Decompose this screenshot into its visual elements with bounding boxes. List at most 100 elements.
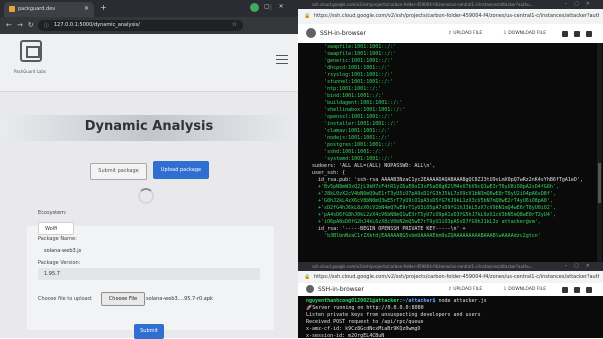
address-bar[interactable]: 🔒 https://ssh.cloud.google.com/v2/ssh/pr… <box>298 9 603 24</box>
terminal-output-line: x-session-id: m2OrgEL4CBuN <box>306 333 385 338</box>
submit-package-button[interactable]: Submit package <box>90 163 147 180</box>
terminal-output-line: 🚀Server running on http://0.0.0.0:8080 <box>306 305 424 311</box>
page-title: Dynamic Analysis <box>84 119 214 134</box>
terminal-line: 'generic:1001:1001::/:' <box>306 58 394 64</box>
new-tab-icon[interactable]: + <box>100 3 107 12</box>
terminal-line: +'iO6pA8sD0fG2hJ4kL6zX8cV0bN2mQ5wE7rT9yU… <box>306 219 541 225</box>
lock-icon[interactable]: 🔒 <box>304 274 310 280</box>
terminal-line: +'Bv5pN8mW3xQ2jL9kH7cF4tR1yZ6uE0oI3sP5aD… <box>306 184 559 190</box>
terminal-line: +'G0hJ2kL4zX6cV8bN0mQ3wE5rT7yU9iO1pA3sD5… <box>306 198 553 204</box>
ssh-toolbar: SSH-in-browser ⇪ UPLOAD FILE ⇩ DOWNLOAD … <box>298 283 603 297</box>
terminal-line: 'swapfile:1001:1001::/:' <box>306 51 397 57</box>
loading-spinner-icon <box>138 188 154 204</box>
ecosystem-select[interactable]: Wolfi <box>38 222 74 235</box>
favicon-icon <box>9 6 15 12</box>
choose-file-button[interactable]: Choose File <box>101 292 145 306</box>
tab-title: packguard.dev <box>18 6 56 12</box>
terminal-output-line: Received POST request to /api/rpc/queue <box>306 319 424 325</box>
browser-tab[interactable]: packguard.dev ✕ <box>4 2 94 17</box>
terminal-output-bottom[interactable]: nguyenthanhcong0120021@attacker:~/attack… <box>298 296 603 338</box>
ssh-title: SSH-in-browser <box>318 286 364 293</box>
window-controls[interactable]: –▢✕ <box>565 263 597 269</box>
prompt-path: :~/attacker$ <box>399 298 436 304</box>
package-name-label: Package Name: <box>38 236 77 242</box>
keyboard-icon[interactable] <box>562 31 568 37</box>
upload-file-label: UPLOAD FILE <box>453 287 483 292</box>
command-output: 🚀Server running on http://0.0.0.0:8080 Li… <box>306 305 599 338</box>
submit-button[interactable]: Submit <box>134 324 164 339</box>
ssh-logo-icon <box>306 285 314 293</box>
keyboard-icon[interactable] <box>562 287 568 293</box>
window-controls[interactable]: –▢✕ <box>565 1 597 7</box>
terminal-line: id_rsa.pub: 'ssh-rsa AAAAB3NzaC1yc2EAAAA… <box>306 177 583 183</box>
terminal-line: 'clamav:1001:1001::/:' <box>306 128 391 134</box>
terminal-line: +'pA4sD6fG8hJ0kL2zX4cV6bN8mQ1wE3rT5yU7iO… <box>306 212 556 218</box>
hamburger-menu-icon[interactable] <box>276 55 288 67</box>
terminal-line: +'J8kL0zX2cV4bN6mQ9wE1rT3yU5iO7pA9sD1fG3… <box>306 191 556 197</box>
window-titlebar: ssh.cloud.google.com/v2/ssh/projects/car… <box>298 262 603 271</box>
terminal-line: 'shellinabox:1001:1001::/:' <box>306 107 406 113</box>
terminal-line: 'sshd:1001:1001::/:' <box>306 149 385 155</box>
file-upload-label: Choose file to upload: <box>38 296 93 302</box>
ssh-toolbar: SSH-in-browser ⇪ UPLOAD FILE ⇩ DOWNLOAD … <box>298 24 603 44</box>
terminal-line: 'stunnel:1001:1001::/:' <box>306 79 394 85</box>
terminal-line: id_rsa: '-----BEGIN OPENSSH PRIVATE KEY-… <box>306 226 466 232</box>
terminal-scrollbar[interactable] <box>597 43 602 262</box>
upload-file-label: UPLOAD FILE <box>453 31 483 36</box>
profile-avatar[interactable] <box>250 3 259 12</box>
screenshot-icon[interactable] <box>574 31 580 37</box>
command-text: node attacker.js <box>435 298 487 304</box>
package-version-input[interactable]: 1.95.7 <box>38 268 260 280</box>
terminal-line: 'buildagent:1001:1001::/:' <box>306 100 403 106</box>
settings-gear-icon[interactable] <box>586 31 592 37</box>
download-file-button[interactable]: ⇩ DOWNLOAD FILE <box>503 287 546 292</box>
package-version-label: Package Version: <box>38 260 81 266</box>
selected-file-name: solana-web3....95.7-r0.apk <box>146 296 213 302</box>
terminal-line: 'systemd:1001:1001::/:' <box>306 156 394 162</box>
address-bar[interactable]: 🔒 https://ssh.cloud.google.com/v2/ssh/pr… <box>298 271 603 283</box>
app-header <box>0 34 298 92</box>
upload-package-button[interactable]: Upload package <box>153 161 209 179</box>
settings-gear-icon[interactable] <box>586 287 592 293</box>
terminal-line: 'openssl:1001:1001::/:' <box>306 114 394 120</box>
terminal-line: 'postgres:1001:1001::/:' <box>306 142 397 148</box>
terminal-line: 'nodejs:1001:1001::/:' <box>306 135 391 141</box>
logo-text: PackGuard Labs <box>14 69 46 74</box>
bookmark-star-icon[interactable]: ☆ <box>232 21 237 28</box>
screenshot-icon[interactable] <box>574 287 580 293</box>
terminal-line: 'swapfile:1001:1001::/:' <box>306 44 397 50</box>
url-text: https://ssh.cloud.google.com/v2/ssh/proj… <box>314 13 599 19</box>
lock-icon[interactable]: 🔒 <box>304 13 310 19</box>
window-title: ssh.cloud.google.com/v2/ssh/projects/car… <box>312 264 534 269</box>
prompt-user: nguyenthanhcong0120021@attacker <box>306 298 400 304</box>
terminal-line: 'b3BlbnNzaC1rZXktdjEAAAAABG5vbmUAAAAEbm9… <box>306 233 541 239</box>
terminal-line: sudoers: 'ALL ALL=(ALL) NOPASSWD: ALL\n'… <box>306 163 436 169</box>
browser-menu-icon[interactable]: ⋮ <box>268 4 274 11</box>
download-file-label: DOWNLOAD FILE <box>508 31 547 36</box>
terminal-output-line: Listen private keys from unsuspecting de… <box>306 312 481 318</box>
terminal-line: 'dhcpcd:1001:1001::/:' <box>306 65 391 71</box>
download-file-label: DOWNLOAD FILE <box>508 287 547 292</box>
address-bar[interactable]: ⓘ 127.0.0.1:5000/dynamic_analysis/ ☆ <box>38 20 243 31</box>
close-tab-icon[interactable]: ✕ <box>84 5 89 12</box>
upload-file-button[interactable]: ⇪ UPLOAD FILE <box>448 31 482 36</box>
app-logo-icon[interactable] <box>20 40 42 62</box>
upload-file-button[interactable]: ⇪ UPLOAD FILE <box>448 287 482 292</box>
address-toolbar: ←→↻ ⓘ 127.0.0.1:5000/dynamic_analysis/ ☆ <box>0 17 298 34</box>
terminal-line: +'sD2fG4hJ6kL8zX0cV2bN4mQ7wE9rT1yU3iO5pA… <box>306 205 556 211</box>
nav-buttons-icon[interactable]: ←→↻ <box>6 21 39 29</box>
download-file-button[interactable]: ⇩ DOWNLOAD FILE <box>503 31 546 36</box>
package-name-input[interactable]: solana-web3.js <box>44 248 81 254</box>
terminal-line: 'rsyslog:1001:1001::/:' <box>306 72 394 78</box>
terminal-output-top[interactable]: 'swapfile:1001:1001::/:' 'swapfile:1001:… <box>298 43 603 262</box>
ssh-title: SSH-in-browser <box>320 30 366 37</box>
terminal-line: 'installer:1001:1001::/:' <box>306 121 400 127</box>
terminal-output-line: x-amz-cf-id: k9Cz8GcdNcxMiaBr9KQz0wmgO <box>306 326 421 332</box>
ecosystem-label: Ecosystem: <box>38 210 67 216</box>
terminal-line: user_ssh: { <box>306 170 346 176</box>
site-info-icon[interactable]: ⓘ <box>44 22 49 29</box>
window-title: ssh.cloud.google.com/v2/ssh/projects/car… <box>312 2 534 7</box>
terminal-line: 'bind:1001:1001::/:' <box>306 93 385 99</box>
window-titlebar: ssh.cloud.google.com/v2/ssh/projects/car… <box>298 0 603 9</box>
url-text: https://ssh.cloud.google.com/v2/ssh/proj… <box>314 274 599 280</box>
